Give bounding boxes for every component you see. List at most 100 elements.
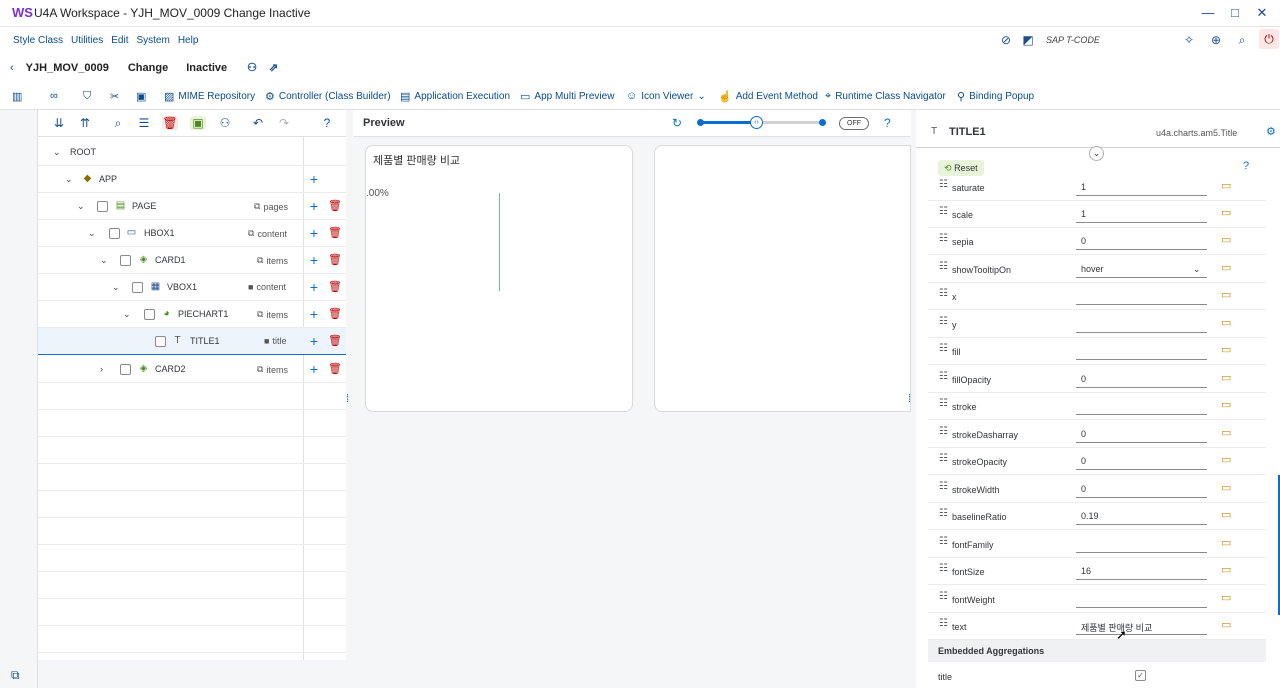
mime-repository-button[interactable]: ▨ MIME Repository <box>164 90 255 103</box>
icon-viewer-button[interactable]: ☺ Icon Viewer ⌄ <box>626 90 706 102</box>
hide-icon[interactable]: ⊘ <box>998 33 1014 47</box>
splitter-handle[interactable]: ⁞ <box>346 393 349 405</box>
help-icon[interactable]: ? <box>1243 160 1249 172</box>
shield-icon[interactable]: ⛉ <box>83 90 91 103</box>
property-input[interactable]: 0 <box>1076 452 1207 470</box>
folder-icon[interactable]: ▭ <box>1221 481 1231 494</box>
refresh-icon[interactable]: ↻ <box>672 116 682 130</box>
panel-toggle-icon[interactable]: ⧉ <box>11 668 20 683</box>
navigate-icon[interactable]: ⚙ <box>1266 125 1276 138</box>
back-icon[interactable]: ‹ <box>10 62 14 74</box>
chevron-down-icon[interactable]: ⌄ <box>65 174 73 185</box>
runtime-class-navigator-button[interactable]: ⌖ Runtime Class Navigator <box>825 90 946 103</box>
delete-icon[interactable]: 🗑 <box>328 307 342 320</box>
folder-icon[interactable]: ▭ <box>1221 233 1231 246</box>
folder-icon[interactable]: ▭ <box>1221 398 1231 411</box>
chevron-down-icon[interactable]: ⌄ <box>88 228 96 239</box>
node-checkbox[interactable] <box>120 364 131 375</box>
collapse-header-icon[interactable]: ⌄ <box>1089 146 1104 161</box>
property-input[interactable]: 0 <box>1076 425 1207 443</box>
tree-row-hbox1[interactable]: ⌄ ▭ HBOX1 ⧉ content + 🗑 <box>38 220 346 247</box>
folder-icon[interactable]: ▭ <box>1221 316 1231 329</box>
folder-icon[interactable]: ▭ <box>1221 179 1231 192</box>
tree-list-icon[interactable]: ☰ <box>136 116 152 130</box>
add-icon[interactable]: + <box>308 306 320 322</box>
property-input[interactable]: 제품별 판매량 비교 <box>1076 617 1207 635</box>
folder-icon[interactable]: ▭ <box>1221 206 1231 219</box>
zoom-in-icon[interactable]: ⊕ <box>1208 33 1224 47</box>
add-icon[interactable]: + <box>308 198 320 214</box>
node-checkbox[interactable] <box>144 309 155 320</box>
folder-icon[interactable]: ▭ <box>1221 343 1231 356</box>
folder-icon[interactable]: ▭ <box>1221 618 1231 631</box>
power-icon[interactable]: ⏻ <box>1259 29 1279 49</box>
node-checkbox[interactable] <box>97 201 108 212</box>
collapse-all-icon[interactable]: ⇈ <box>77 116 93 130</box>
pin-icon[interactable]: ✧ <box>1181 33 1197 47</box>
search-tree-icon[interactable]: ⌕ <box>110 116 126 131</box>
chevron-down-icon[interactable]: ⌄ <box>112 282 120 293</box>
tree-row-vbox1[interactable]: ⌄ ▦ VBOX1 ■ content + 🗑 <box>38 274 346 301</box>
chevron-right-icon[interactable]: › <box>100 364 103 374</box>
property-input[interactable]: 0.19 <box>1076 507 1207 525</box>
app-execution-button[interactable]: ▤ Application Execution <box>400 90 510 103</box>
menu-edit[interactable]: Edit <box>111 35 128 46</box>
folder-icon[interactable]: ▭ <box>1221 426 1231 439</box>
property-input[interactable] <box>1076 535 1207 553</box>
property-input[interactable]: 16 <box>1076 562 1207 580</box>
tree-row-title1[interactable]: T TITLE1 ■ title + 🗑 <box>38 328 346 355</box>
folder-icon[interactable]: ▭ <box>1221 371 1231 384</box>
property-input[interactable] <box>1076 342 1207 360</box>
node-checkbox[interactable] <box>120 255 131 266</box>
close-icon[interactable]: ✕ <box>1254 5 1270 21</box>
tcode-icon[interactable]: ◩ <box>1020 33 1036 47</box>
tree-row-app[interactable]: ⌄ ◆ APP + <box>38 166 346 193</box>
node-checkbox[interactable] <box>155 336 166 347</box>
delete-icon[interactable]: 🗑 <box>328 199 342 212</box>
delete-icon[interactable]: 🗑 <box>328 362 342 375</box>
add-icon[interactable]: + <box>308 361 320 377</box>
chevron-down-icon[interactable]: ⌄ <box>53 147 61 158</box>
chevron-down-icon[interactable]: ⌄ <box>100 255 108 266</box>
help-icon[interactable]: ? <box>319 116 335 130</box>
search-icon[interactable]: ⌕ <box>1234 33 1250 48</box>
preview-toggle[interactable]: OFF <box>839 117 869 130</box>
expand-all-icon[interactable]: ⇊ <box>51 116 67 130</box>
tcode-input[interactable]: SAP T-CODE <box>1046 35 1100 45</box>
folder-icon[interactable]: ▭ <box>1221 536 1231 549</box>
help-icon[interactable]: ? <box>884 116 891 130</box>
add-icon[interactable]: + <box>308 171 320 187</box>
add-event-method-button[interactable]: ☝ Add Event Method <box>718 90 818 103</box>
delete-icon[interactable]: 🗑 <box>328 226 342 239</box>
menu-style-class[interactable]: Style Class <box>13 35 63 46</box>
delete-icon[interactable]: 🗑 <box>328 253 342 266</box>
tree-row-page[interactable]: ⌄ ▤ PAGE ⧉ pages + 🗑 <box>38 193 346 220</box>
add-icon[interactable]: + <box>308 333 320 349</box>
delete-icon[interactable]: 🗑 <box>328 334 342 347</box>
node-checkbox[interactable] <box>109 228 120 239</box>
splitter-handle[interactable]: ⁞ <box>908 393 911 405</box>
menu-help[interactable]: Help <box>178 35 199 46</box>
property-input[interactable] <box>1076 590 1207 608</box>
property-input[interactable]: 1 <box>1076 178 1207 196</box>
maximize-icon[interactable]: □ <box>1227 5 1243 20</box>
zoom-slider[interactable]: ‹› <box>697 116 826 129</box>
screen-icon[interactable]: ▣ <box>190 116 206 130</box>
chevron-down-icon[interactable]: ⌄ <box>77 201 85 212</box>
folder-icon[interactable]: ▭ <box>1221 453 1231 466</box>
folder-icon[interactable]: ▭ <box>1221 288 1231 301</box>
layout-icon[interactable]: ▥ <box>12 90 22 103</box>
undo-icon[interactable]: ↶ <box>250 116 266 130</box>
property-input[interactable]: 0 <box>1076 480 1207 498</box>
binding-popup-button[interactable]: ⚲ Binding Popup <box>957 90 1034 103</box>
share-icon[interactable]: ⇗ <box>269 61 278 74</box>
minimize-icon[interactable]: — <box>1200 5 1216 20</box>
app-multi-preview-button[interactable]: ▭ App Multi Preview <box>520 90 614 103</box>
folder-icon[interactable]: ▭ <box>1221 563 1231 576</box>
glasses-icon[interactable]: ∞ <box>50 90 58 102</box>
node-checkbox[interactable] <box>132 282 143 293</box>
property-input[interactable]: 1 <box>1076 205 1207 223</box>
property-select[interactable]: hover <box>1076 260 1207 278</box>
user-settings-icon[interactable]: ⚇ <box>217 116 233 130</box>
add-icon[interactable]: + <box>308 252 320 268</box>
